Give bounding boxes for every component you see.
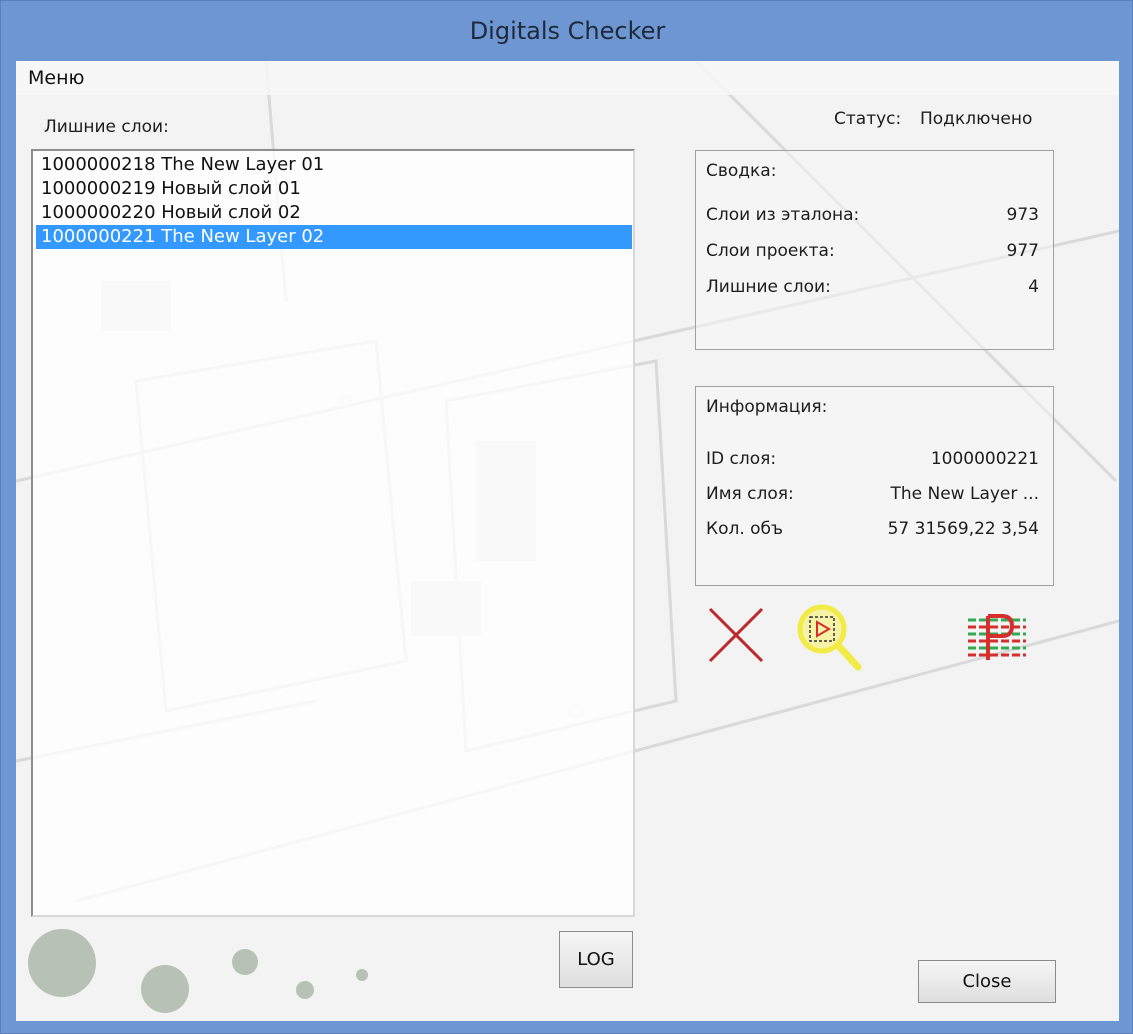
summary-reference-layers-value: 973 [1006, 205, 1039, 225]
zoom-to-layer-icon [797, 604, 862, 671]
layer-report-button[interactable] [966, 606, 1030, 670]
list-item[interactable]: 1000000219 Новый слой 01 [36, 177, 632, 201]
list-item-selected[interactable]: 1000000221 The New Layer 02 [36, 225, 632, 249]
delete-layer-button[interactable] [704, 603, 768, 667]
status-label: Статус: [834, 109, 902, 129]
decorative-circle [28, 929, 96, 997]
decorative-circle [141, 965, 189, 1013]
summary-title: Сводка: [706, 161, 777, 181]
info-layer-id-label: ID слоя: [706, 449, 777, 469]
title-bar[interactable]: Digitals Checker [1, 1, 1133, 61]
list-item[interactable]: 1000000220 Новый слой 02 [36, 201, 632, 225]
zoom-to-layer-button[interactable] [796, 603, 862, 671]
menu-item-menu[interactable]: Меню [28, 67, 85, 89]
info-group: Информация: ID слоя: 1000000221 Имя слоя… [695, 386, 1054, 586]
decorative-circle [356, 969, 368, 981]
decorative-circle [232, 949, 258, 975]
close-button-label: Close [962, 971, 1012, 992]
decorative-circle [296, 981, 314, 999]
client-area: Меню Лишние слои: Статус: Подключено 100… [16, 61, 1119, 1021]
menu-bar: Меню [16, 61, 1119, 95]
summary-extra-layers-label: Лишние слои: [706, 277, 831, 297]
window-frame: Digitals Checker Меню Лишние слои: Стату… [0, 0, 1133, 1034]
summary-project-layers-label: Слои проекта: [706, 241, 835, 261]
log-button[interactable]: LOG [559, 931, 633, 988]
summary-reference-layers-label: Слои из эталона: [706, 205, 860, 225]
log-button-label: LOG [577, 949, 615, 970]
layer-report-icon [968, 614, 1026, 660]
summary-extra-layers-value: 4 [1028, 277, 1039, 297]
list-item[interactable]: 1000000218 The New Layer 01 [36, 153, 632, 177]
info-layer-name-value: The New Layer ... [890, 484, 1039, 504]
info-object-count-label: Кол. объ [706, 519, 784, 539]
summary-group: Сводка: Слои из эталона: 973 Слои проект… [695, 150, 1054, 350]
info-layer-name-label: Имя слоя: [706, 484, 794, 504]
summary-project-layers-value: 977 [1006, 241, 1039, 261]
info-object-count-value: 57 31569,22 3,54 [887, 519, 1039, 539]
status-value: Подключено [920, 109, 1033, 129]
extra-layers-label: Лишние слои: [44, 117, 169, 137]
window-title: Digitals Checker [469, 17, 666, 45]
delete-x-icon [708, 607, 764, 663]
info-layer-id-value: 1000000221 [930, 449, 1039, 469]
info-title: Информация: [706, 397, 828, 417]
close-button[interactable]: Close [918, 960, 1056, 1003]
extra-layers-list[interactable]: 1000000218 The New Layer 01 1000000219 Н… [31, 149, 635, 917]
